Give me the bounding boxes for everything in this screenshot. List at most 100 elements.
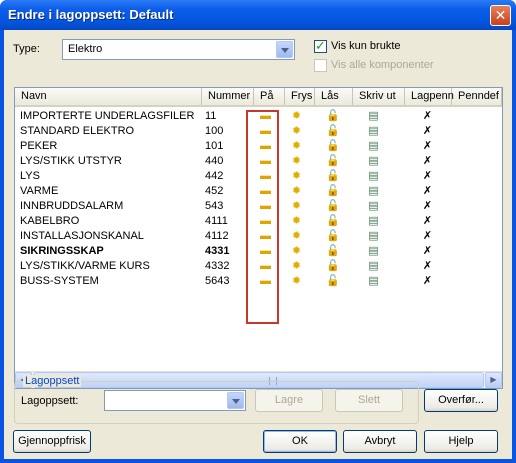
lagre-button[interactable]: Lagre — [255, 389, 323, 412]
layer-number: 5643 — [205, 275, 230, 287]
vis-kun-brukte-checkbox[interactable]: ✓ — [314, 38, 327, 53]
layer-number: 100 — [205, 125, 224, 137]
pen-icon[interactable]: ✗ — [421, 200, 434, 213]
layer-name: LYS/STIKK UTSTYR — [20, 155, 122, 167]
pen-icon[interactable]: ✗ — [421, 230, 434, 243]
dialog-body: Type: Elektro ✓ Vis kun brukte Vis alle … — [4, 30, 512, 459]
layer-number: 101 — [205, 140, 224, 152]
layer-number: 452 — [205, 185, 224, 197]
type-select-value: Elektro — [68, 43, 103, 55]
col-lagpenn[interactable]: Lagpenn — [405, 88, 454, 105]
sun-icon[interactable]: ✹ — [290, 140, 303, 153]
padlock-open-icon[interactable]: 🔓 — [326, 185, 340, 198]
padlock-open-icon[interactable]: 🔓 — [326, 215, 340, 228]
sun-icon[interactable]: ✹ — [290, 125, 303, 138]
pen-icon[interactable]: ✗ — [421, 140, 434, 153]
printer-icon[interactable]: ▤ — [367, 140, 380, 153]
col-penndef[interactable]: Penndef — [452, 88, 502, 105]
type-select[interactable]: Elektro — [62, 39, 295, 60]
layer-name: STANDARD ELEKTRO — [20, 125, 135, 137]
printer-icon[interactable]: ▤ — [367, 110, 380, 123]
chevron-down-icon[interactable] — [227, 392, 244, 409]
printer-icon[interactable]: ▤ — [367, 275, 380, 288]
pen-icon[interactable]: ✗ — [421, 275, 434, 288]
sun-icon[interactable]: ✹ — [290, 275, 303, 288]
col-las[interactable]: Lås — [315, 88, 353, 105]
sun-icon[interactable]: ✹ — [290, 155, 303, 168]
overfor-button[interactable]: Overfør... — [424, 389, 498, 412]
sun-icon[interactable]: ✹ — [290, 185, 303, 198]
sun-icon[interactable]: ✹ — [290, 110, 303, 123]
scroll-right-icon[interactable]: ▶ — [485, 372, 502, 388]
layer-name: SIKRINGSSKAP — [20, 245, 104, 257]
sun-icon[interactable]: ✹ — [290, 215, 303, 228]
pen-icon[interactable]: ✗ — [421, 185, 434, 198]
layer-name: VARME — [20, 185, 59, 197]
title-bar[interactable]: Endre i lagoppsett: Default ✕ — [0, 0, 516, 30]
layer-number: 440 — [205, 155, 224, 167]
col-pa[interactable]: På — [254, 88, 285, 105]
layer-name: INSTALLASJONSKANAL — [20, 230, 144, 242]
layer-name: LYS/STIKK/VARME KURS — [20, 260, 150, 272]
printer-icon[interactable]: ▤ — [367, 260, 380, 273]
layer-number: 442 — [205, 170, 224, 182]
col-nummer[interactable]: Nummer — [202, 88, 254, 105]
layer-number: 11 — [205, 110, 217, 122]
chevron-down-icon[interactable] — [276, 41, 293, 58]
printer-icon[interactable]: ▤ — [367, 125, 380, 138]
printer-icon[interactable]: ▤ — [367, 200, 380, 213]
dialog-window: Endre i lagoppsett: Default ✕ Type: Elek… — [0, 0, 516, 463]
padlock-open-icon[interactable]: 🔓 — [326, 260, 340, 273]
padlock-open-icon[interactable]: 🔓 — [326, 275, 340, 288]
col-frys[interactable]: Frys — [285, 88, 315, 105]
layer-number: 4331 — [205, 245, 230, 257]
hjelp-button[interactable]: Hjelp — [424, 430, 498, 453]
printer-icon[interactable]: ▤ — [367, 230, 380, 243]
pen-icon[interactable]: ✗ — [421, 170, 434, 183]
sun-icon[interactable]: ✹ — [290, 170, 303, 183]
layer-name: IMPORTERTE UNDERLAGSFILER — [20, 110, 195, 122]
type-label: Type: — [13, 43, 40, 55]
lagoppsett-label: Lagoppsett: — [21, 395, 79, 407]
avbryt-button[interactable]: Avbryt — [343, 430, 417, 453]
padlock-open-icon[interactable]: 🔓 — [326, 110, 340, 123]
pen-icon[interactable]: ✗ — [421, 245, 434, 258]
pen-icon[interactable]: ✗ — [421, 155, 434, 168]
printer-icon[interactable]: ▤ — [367, 170, 380, 183]
printer-icon[interactable]: ▤ — [367, 155, 380, 168]
vis-alle-komponenter-checkbox — [314, 59, 327, 72]
layer-name: BUSS-SYSTEM — [20, 275, 99, 287]
padlock-open-icon[interactable]: 🔓 — [326, 155, 340, 168]
layer-number: 4111 — [205, 215, 228, 227]
pen-icon[interactable]: ✗ — [421, 260, 434, 273]
printer-icon[interactable]: ▤ — [367, 215, 380, 228]
gjennoppfrisk-button[interactable]: Gjennoppfrisk — [13, 430, 91, 453]
ok-button[interactable]: OK — [263, 430, 337, 453]
layer-number: 4332 — [205, 260, 230, 272]
list-header: Navn Nummer På Frys Lås Skriv ut Lagpenn… — [15, 88, 502, 107]
pen-icon[interactable]: ✗ — [421, 125, 434, 138]
sun-icon[interactable]: ✹ — [290, 260, 303, 273]
slett-button[interactable]: Slett — [335, 389, 403, 412]
col-skriv-ut[interactable]: Skriv ut — [353, 88, 405, 105]
checkmark-icon: ✓ — [315, 38, 326, 53]
padlock-open-icon[interactable]: 🔓 — [326, 230, 340, 243]
lagoppsett-select[interactable] — [104, 390, 246, 411]
printer-icon[interactable]: ▤ — [367, 245, 380, 258]
pa-column-highlight — [246, 110, 279, 324]
close-button[interactable]: ✕ — [490, 5, 511, 26]
printer-icon[interactable]: ▤ — [367, 185, 380, 198]
pen-icon[interactable]: ✗ — [421, 215, 434, 228]
pen-icon[interactable]: ✗ — [421, 110, 434, 123]
padlock-open-icon[interactable]: 🔓 — [326, 245, 340, 258]
layer-number: 4112 — [205, 230, 229, 242]
layer-name: INNBRUDDSALARM — [20, 200, 124, 212]
sun-icon[interactable]: ✹ — [290, 230, 303, 243]
col-navn[interactable]: Navn — [15, 88, 202, 105]
padlock-open-icon[interactable]: 🔓 — [326, 140, 340, 153]
sun-icon[interactable]: ✹ — [290, 200, 303, 213]
padlock-open-icon[interactable]: 🔓 — [326, 200, 340, 213]
sun-icon[interactable]: ✹ — [290, 245, 303, 258]
padlock-open-icon[interactable]: 🔓 — [326, 170, 340, 183]
padlock-open-icon[interactable]: 🔓 — [326, 125, 340, 138]
